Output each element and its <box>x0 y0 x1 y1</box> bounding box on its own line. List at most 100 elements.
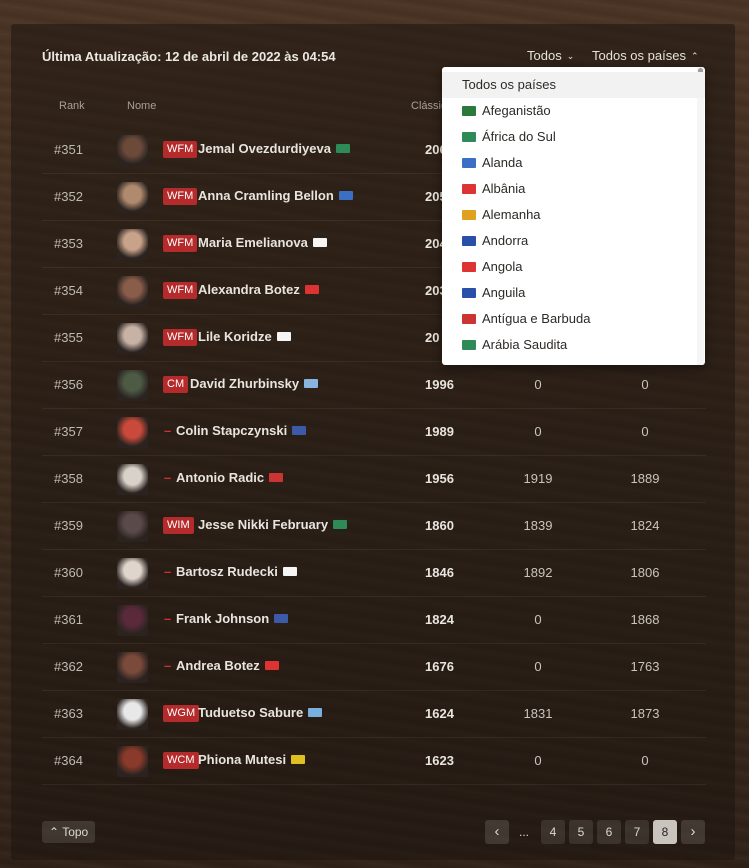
col-name: Nome <box>127 100 157 112</box>
player-name[interactable]: Antonio Radic <box>176 470 284 485</box>
country-option[interactable]: Afeganistão <box>442 98 705 124</box>
player-name-text: Maria Emelianova <box>198 235 308 250</box>
country-flag-icon <box>462 314 476 324</box>
table-row[interactable]: #363 WGM Tuduetso Sabure 1624 1831 1873 <box>42 691 706 738</box>
player-avatar[interactable] <box>117 370 148 401</box>
player-rank: #356 <box>54 377 83 392</box>
title-badge: CM <box>163 376 189 393</box>
country-option[interactable]: Antígua e Barbuda <box>442 306 705 332</box>
no-title-dash: – <box>164 423 172 438</box>
player-avatar[interactable] <box>117 464 148 495</box>
no-title-dash: – <box>164 564 172 579</box>
country-flag-icon <box>274 614 289 623</box>
country-option[interactable]: Alanda <box>442 150 705 176</box>
title-badge: WIM <box>163 517 194 534</box>
country-option[interactable]: Angola <box>442 254 705 280</box>
player-avatar[interactable] <box>117 699 148 730</box>
country-flag-icon <box>264 661 279 670</box>
player-avatar[interactable] <box>117 135 148 166</box>
country-flag-icon <box>338 191 353 200</box>
player-avatar[interactable] <box>117 323 148 354</box>
player-name-text: David Zhurbinsky <box>190 376 300 391</box>
table-row[interactable]: #356 CM David Zhurbinsky 1996 0 0 <box>42 362 706 409</box>
country-flag-icon <box>292 426 307 435</box>
player-name[interactable]: Tuduetso Sabure <box>198 705 323 720</box>
table-row[interactable]: #358 – Antonio Radic 1956 1919 1889 <box>42 456 706 503</box>
chevron-down-icon: ⌄ <box>566 51 575 61</box>
title-badge: WFM <box>163 141 198 158</box>
player-avatar[interactable] <box>117 276 148 307</box>
player-name[interactable]: Lile Koridze <box>198 329 291 344</box>
country-option-label: Alemanha <box>482 207 541 222</box>
rating-rapid: 1892 <box>523 565 553 580</box>
player-name[interactable]: Alexandra Botez <box>198 282 319 297</box>
rating-rapid: 0 <box>534 612 542 627</box>
player-avatar[interactable] <box>117 605 148 636</box>
player-rank: #353 <box>54 236 83 251</box>
table-row[interactable]: #359 WIM Jesse Nikki February 1860 1839 1824 <box>42 503 706 550</box>
country-option[interactable]: Arábia Saudita <box>442 332 705 358</box>
country-option[interactable]: Todos os países <box>442 72 705 98</box>
country-dropdown-menu[interactable]: Todos os países Afeganistão África do Sul A… <box>442 67 705 365</box>
table-row[interactable]: #364 WCM Phiona Mutesi 1623 0 0 <box>42 738 706 785</box>
rating-blitz: 1824 <box>630 518 660 533</box>
country-flag-icon <box>282 567 297 576</box>
country-option-label: Albânia <box>482 181 526 196</box>
next-page-button[interactable]: › <box>681 820 705 844</box>
country-flag-icon <box>462 158 476 168</box>
player-name[interactable]: Andrea Botez <box>176 658 279 673</box>
pagination: ‹ ... 45678 › <box>0 820 749 845</box>
country-flag-icon <box>462 262 476 272</box>
page-button[interactable]: 8 <box>653 820 677 844</box>
player-avatar[interactable] <box>117 746 148 777</box>
player-rank: #359 <box>54 518 83 533</box>
player-name-text: Phiona Mutesi <box>198 752 287 767</box>
player-name[interactable]: Bartosz Rudecki <box>176 564 297 579</box>
player-name-text: Anna Cramling Bellon <box>198 188 334 203</box>
country-option[interactable]: Anguila <box>442 280 705 306</box>
table-row[interactable]: #362 – Andrea Botez 1676 0 1763 <box>42 644 706 691</box>
page-button[interactable]: 6 <box>597 820 621 844</box>
country-option-label: Andorra <box>482 233 529 248</box>
table-row[interactable]: #360 – Bartosz Rudecki 1846 1892 1806 <box>42 550 706 597</box>
player-avatar[interactable] <box>117 558 148 589</box>
player-rank: #363 <box>54 706 83 721</box>
rating-classic: 1824 <box>425 612 454 627</box>
country-flag-icon <box>308 708 323 717</box>
player-name[interactable]: Colin Stapczynski <box>176 423 307 438</box>
player-avatar[interactable] <box>117 182 148 213</box>
page-button[interactable]: 4 <box>541 820 565 844</box>
country-option[interactable]: Alemanha <box>442 202 705 228</box>
country-option[interactable]: Andorra <box>442 228 705 254</box>
player-name[interactable]: Phiona Mutesi <box>198 752 306 767</box>
prev-page-button[interactable]: ‹ <box>485 820 509 844</box>
player-avatar[interactable] <box>117 511 148 542</box>
col-rank: Rank <box>59 100 85 112</box>
player-name[interactable]: Frank Johnson <box>176 611 289 626</box>
filter-type-dropdown[interactable]: Todos ⌄ <box>527 48 574 63</box>
table-row[interactable]: #361 – Frank Johnson 1824 0 1868 <box>42 597 706 644</box>
player-name-text: Colin Stapczynski <box>176 423 288 438</box>
player-avatar[interactable] <box>117 652 148 683</box>
table-row[interactable]: #357 – Colin Stapczynski 1989 0 0 <box>42 409 706 456</box>
country-option-label: Afeganistão <box>482 103 551 118</box>
player-rank: #362 <box>54 659 83 674</box>
player-rank: #360 <box>54 565 83 580</box>
player-name[interactable]: Anna Cramling Bellon <box>198 188 353 203</box>
player-avatar[interactable] <box>117 229 148 260</box>
rating-classic: 1623 <box>425 753 454 768</box>
country-option[interactable]: África do Sul <box>442 124 705 150</box>
rating-blitz: 0 <box>641 753 649 768</box>
rating-blitz: 1868 <box>630 612 660 627</box>
country-option[interactable]: Albânia <box>442 176 705 202</box>
country-option-label: Alanda <box>482 155 523 170</box>
page-button[interactable]: 7 <box>625 820 649 844</box>
filter-country-dropdown[interactable]: Todos os países ⌃ <box>592 48 699 63</box>
player-name[interactable]: Jemal Ovezdurdiyeva <box>198 141 350 156</box>
player-name[interactable]: Maria Emelianova <box>198 235 327 250</box>
player-avatar[interactable] <box>117 417 148 448</box>
rating-classic: 1956 <box>425 471 454 486</box>
player-name[interactable]: David Zhurbinsky <box>190 376 319 391</box>
player-name[interactable]: Jesse Nikki February <box>198 517 348 532</box>
page-button[interactable]: 5 <box>569 820 593 844</box>
